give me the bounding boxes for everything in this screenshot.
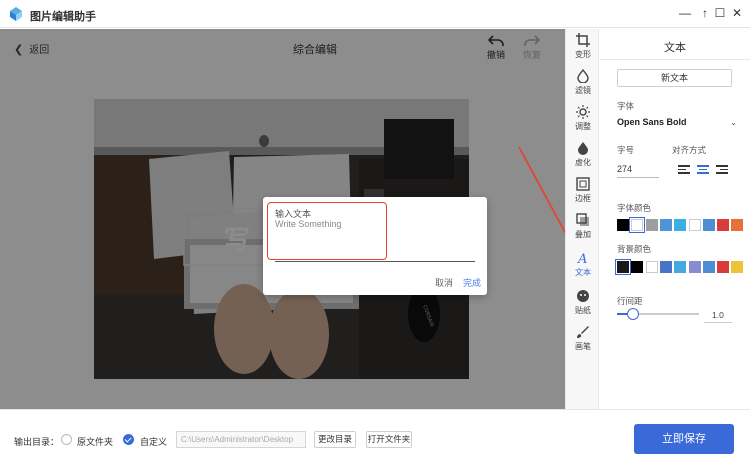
font-color-swatch[interactable] — [702, 219, 715, 231]
bg-color-swatch[interactable] — [731, 261, 744, 273]
tool-label: 文本 — [575, 268, 591, 277]
font-select[interactable]: Open Sans Bold ⌄ — [617, 117, 737, 127]
font-color-swatch[interactable] — [688, 219, 701, 231]
frame-icon — [576, 177, 590, 191]
bg-color-swatch[interactable] — [674, 261, 687, 273]
tool-brush[interactable]: 画笔 — [566, 325, 600, 352]
minimize-button[interactable]: — — [676, 4, 694, 22]
chevron-down-icon: ⌄ — [730, 118, 737, 127]
font-label: 字体 — [617, 101, 635, 111]
font-select-value: Open Sans Bold — [617, 117, 687, 127]
align-label: 对齐方式 — [672, 145, 707, 155]
align-left-button[interactable] — [678, 165, 690, 175]
app-title: 图片编辑助手 — [30, 11, 96, 23]
font-color-label: 字体颜色 — [617, 203, 652, 213]
filter-icon — [577, 69, 589, 83]
output-path-input[interactable]: C:\Users\Administrator\Desktop — [176, 431, 306, 448]
blur-icon — [578, 142, 588, 155]
tool-strip: 变形 滤镜 调整 虚化 边框 叠加 A 文本 贴纸 画笔 — [565, 29, 599, 409]
tool-label: 叠加 — [575, 230, 591, 239]
overlay-icon — [576, 213, 589, 226]
font-color-swatch[interactable] — [717, 219, 730, 231]
tool-filter[interactable]: 滤镜 — [566, 69, 600, 96]
app-logo-icon — [10, 7, 22, 21]
panel-title: 文本 — [664, 42, 686, 54]
radio-custom[interactable] — [123, 434, 134, 445]
tool-adjust[interactable]: 调整 — [566, 105, 600, 132]
tool-label: 变形 — [575, 50, 591, 59]
custom-label[interactable]: 自定义 — [140, 435, 167, 448]
tool-label: 画笔 — [575, 342, 591, 351]
align-center-button[interactable] — [697, 165, 709, 175]
tool-overlay[interactable]: 叠加 — [566, 213, 600, 240]
align-right-button[interactable] — [716, 165, 728, 175]
tool-crop[interactable]: 变形 — [566, 33, 600, 60]
tool-sticker[interactable]: 贴纸 — [566, 289, 600, 316]
adjust-icon — [576, 105, 590, 119]
open-folder-button[interactable]: 打开文件夹 — [366, 431, 412, 448]
font-size-input[interactable]: 274 — [617, 164, 632, 174]
tool-blur[interactable]: 虚化 — [566, 141, 600, 168]
font-color-swatch[interactable] — [731, 219, 744, 231]
save-now-button[interactable]: 立即保存 — [634, 424, 734, 454]
tool-label: 边框 — [575, 194, 591, 203]
title-bar: 图片编辑助手 — ↑ ☐ ✕ — [0, 0, 750, 28]
font-color-swatch[interactable] — [645, 219, 658, 231]
bottom-bar: 输出目录： 原文件夹 自定义 C:\Users\Administrator\De… — [0, 409, 750, 465]
text-icon: A — [577, 252, 587, 265]
highlight-annotation — [267, 202, 387, 260]
done-button[interactable]: 完成 — [463, 276, 481, 289]
close-button[interactable]: ✕ — [728, 4, 746, 22]
text-properties-panel: 文本 新文本 字体 Open Sans Bold ⌄ 字号 对齐方式 274 字… — [600, 29, 750, 409]
bg-color-swatch[interactable] — [631, 261, 644, 273]
tool-label: 贴纸 — [575, 306, 591, 315]
font-color-swatch[interactable] — [617, 219, 629, 231]
bg-color-swatch[interactable] — [688, 261, 701, 273]
radio-original-folder[interactable] — [61, 434, 72, 445]
bg-color-swatch[interactable] — [717, 261, 730, 273]
output-label: 输出目录： — [14, 437, 60, 447]
bg-color-label: 背景颜色 — [617, 244, 652, 254]
line-spacing-label: 行间距 — [617, 296, 643, 306]
sticker-icon — [577, 290, 589, 302]
line-spacing-slider-handle[interactable] — [627, 308, 640, 320]
panel-divider — [600, 59, 750, 60]
original-folder-label[interactable]: 原文件夹 — [77, 435, 113, 448]
svg-text:A: A — [577, 252, 587, 265]
size-label: 字号 — [617, 145, 635, 155]
font-color-swatch[interactable] — [674, 219, 687, 231]
line-spacing-value-underline — [704, 322, 732, 323]
bg-color-swatch[interactable] — [615, 259, 631, 275]
font-color-swatch[interactable] — [629, 217, 646, 233]
bg-color-swatch[interactable] — [659, 261, 672, 273]
size-input-underline — [617, 177, 659, 178]
brush-icon — [577, 326, 589, 338]
tool-frame[interactable]: 边框 — [566, 177, 600, 204]
input-underline — [275, 261, 475, 262]
cancel-button[interactable]: 取消 — [435, 276, 453, 289]
line-spacing-value[interactable]: 1.0 — [712, 310, 724, 320]
change-dir-button[interactable]: 更改目录 — [314, 431, 356, 448]
new-text-button[interactable]: 新文本 — [617, 69, 732, 87]
tool-label: 滤镜 — [575, 86, 591, 95]
font-color-swatch[interactable] — [659, 219, 672, 231]
maximize-button[interactable]: ☐ — [711, 4, 729, 22]
tool-text[interactable]: A 文本 — [566, 251, 600, 278]
crop-icon — [576, 33, 590, 47]
tool-label: 调整 — [575, 122, 591, 131]
bg-color-swatch[interactable] — [702, 261, 715, 273]
bg-color-swatch[interactable] — [645, 261, 658, 273]
tool-label: 虚化 — [575, 158, 591, 167]
